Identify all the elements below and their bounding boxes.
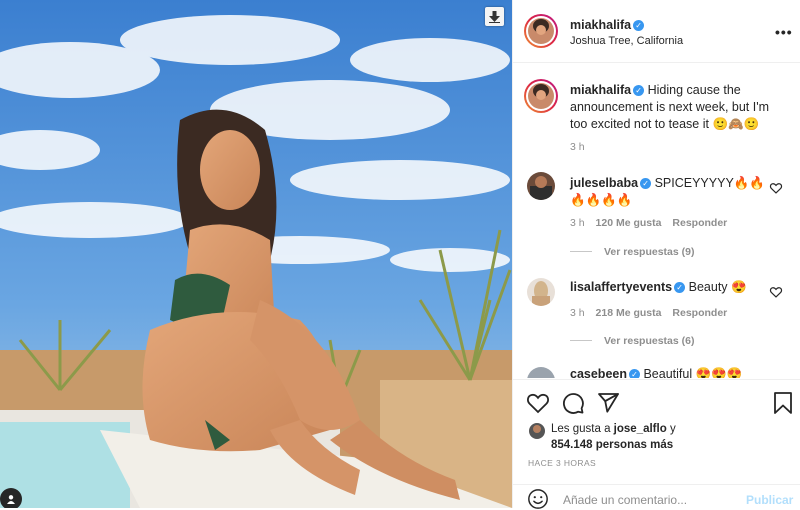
avatar[interactable]: [524, 14, 558, 48]
comment-avatar[interactable]: [527, 278, 555, 306]
comment-meta: 3 h 120 Me gusta Responder: [570, 217, 727, 229]
download-icon[interactable]: [485, 7, 504, 26]
comment-username[interactable]: lisalaffertyevents: [570, 280, 672, 294]
post-panel: miakhalifa ✓ Joshua Tree, California ••• …: [512, 0, 800, 509]
likes-count[interactable]: 854.148 personas más: [551, 439, 673, 451]
post-header: miakhalifa ✓ Joshua Tree, California •••: [513, 0, 800, 63]
heart-icon[interactable]: [769, 285, 783, 299]
share-icon[interactable]: [596, 391, 620, 415]
caption-time: 3 h: [570, 141, 585, 153]
comment-username[interactable]: casebeen: [570, 367, 627, 378]
likes-conj: y: [669, 423, 676, 435]
view-replies-label: Ver respuestas (6): [604, 335, 695, 347]
comment-likes[interactable]: 120 Me gusta: [596, 217, 662, 229]
comment-avatar[interactable]: [527, 172, 555, 200]
comment: juleselbaba ✓ SPICEYYYYY🔥🔥🔥🔥🔥🔥: [570, 175, 766, 209]
reply-button[interactable]: Responder: [672, 217, 727, 229]
liker-username[interactable]: jose_alflo: [614, 423, 667, 435]
bookmark-icon[interactable]: [772, 391, 794, 415]
photo-image: [0, 0, 512, 508]
add-comment-bar: Publicar: [513, 484, 800, 510]
comment-time: 3 h: [570, 217, 585, 229]
caption: miakhalifa ✓ Hiding cause the announcemen…: [570, 82, 775, 133]
reply-button[interactable]: Responder: [672, 307, 727, 319]
heart-icon[interactable]: [526, 391, 550, 415]
comment-meta: 3 h 218 Me gusta Responder: [570, 307, 727, 319]
publish-button[interactable]: Publicar: [746, 493, 793, 507]
verified-icon: ✓: [628, 369, 640, 378]
comment-username[interactable]: juleselbaba: [570, 176, 638, 190]
post-actions: Les gusta a jose_alflo y 854.148 persona…: [513, 379, 800, 509]
comment: casebeen ✓ Beautiful 😍😍😍: [570, 366, 766, 378]
more-horizontal-icon[interactable]: •••: [775, 24, 793, 40]
view-replies-button[interactable]: Ver respuestas (9): [570, 246, 694, 258]
comment-input[interactable]: [561, 492, 735, 508]
caption-avatar[interactable]: [524, 79, 558, 113]
comment-text: Beautiful 😍😍😍: [643, 367, 743, 378]
likes-summary: Les gusta a jose_alflo y 854.148 persona…: [551, 421, 791, 453]
verified-icon: ✓: [633, 85, 645, 96]
heart-icon[interactable]: [769, 181, 783, 195]
post-location[interactable]: Joshua Tree, California: [570, 35, 683, 47]
tagged-users-icon[interactable]: [0, 488, 22, 508]
likes-prefix: Les gusta a: [551, 423, 611, 435]
post-photo[interactable]: [0, 0, 512, 508]
comment-avatar[interactable]: [527, 367, 555, 378]
comment-text: Beauty 😍: [688, 280, 747, 294]
comment-time: 3 h: [570, 307, 585, 319]
post-timestamp[interactable]: HACE 3 HORAS: [528, 458, 596, 468]
verified-icon: ✓: [633, 20, 645, 31]
liker-avatar[interactable]: [529, 423, 545, 439]
verified-icon: ✓: [640, 178, 652, 189]
emoji-icon[interactable]: [527, 488, 549, 510]
post-username[interactable]: miakhalifa: [570, 18, 631, 32]
caption-username[interactable]: miakhalifa: [570, 83, 631, 97]
comment-likes[interactable]: 218 Me gusta: [596, 307, 662, 319]
comments-list[interactable]: miakhalifa ✓ Hiding cause the announcemen…: [513, 63, 800, 378]
view-replies-button[interactable]: Ver respuestas (6): [570, 335, 694, 347]
view-replies-label: Ver respuestas (9): [604, 246, 695, 258]
comment-icon[interactable]: [561, 391, 585, 415]
verified-icon: ✓: [674, 282, 686, 293]
comment: lisalaffertyevents ✓ Beauty 😍: [570, 279, 766, 296]
